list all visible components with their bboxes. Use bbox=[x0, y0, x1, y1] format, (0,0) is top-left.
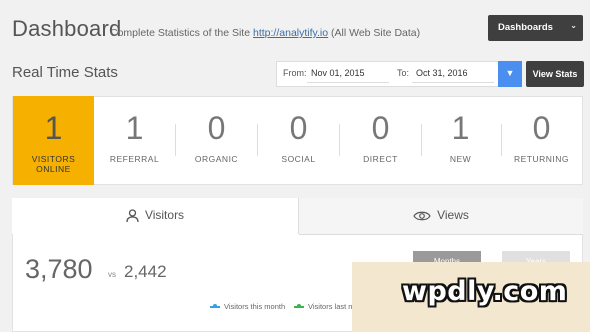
visitors-previous-count: 2,442 bbox=[124, 262, 167, 281]
legend-visitors-last-month: Visitors last m bbox=[294, 302, 355, 311]
dashboards-dropdown-button[interactable]: Dashboards ⌄ bbox=[488, 15, 583, 41]
stat-value: 0 bbox=[207, 110, 226, 146]
to-date-input[interactable]: Oct 31, 2016 bbox=[412, 63, 494, 83]
tab-views-label: Views bbox=[437, 208, 469, 222]
chevron-down-icon: ▼ bbox=[505, 68, 515, 78]
stat-value: 0 bbox=[532, 110, 551, 146]
stat-label: VISITORS ONLINE bbox=[31, 154, 76, 174]
to-label: To: bbox=[397, 68, 410, 78]
stat-value: 1 bbox=[125, 110, 144, 146]
from-date-input[interactable]: Nov 01, 2015 bbox=[307, 63, 389, 83]
realtime-title: Real Time Stats bbox=[12, 64, 118, 81]
user-icon bbox=[126, 209, 139, 222]
subtitle-prefix: Complete Statistics of the Site bbox=[110, 27, 251, 39]
stat-direct: 0 DIRECT bbox=[340, 96, 421, 185]
from-label: From: bbox=[283, 68, 307, 78]
vs-label: vs bbox=[108, 270, 116, 279]
tab-views[interactable]: Views bbox=[299, 198, 583, 235]
legend-label: Visitors this month bbox=[224, 302, 286, 311]
eye-icon bbox=[413, 211, 431, 221]
stat-label: RETURNING bbox=[513, 154, 570, 164]
stat-new: 1 NEW bbox=[420, 96, 501, 185]
stat-referral: 1 REFERRAL bbox=[94, 96, 175, 185]
stat-organic: 0 ORGANIC bbox=[176, 96, 257, 185]
stat-returning: 0 RETURNING bbox=[501, 96, 582, 185]
site-link[interactable]: http://analytify.io bbox=[253, 27, 328, 39]
stat-label: SOCIAL bbox=[281, 154, 316, 164]
visitors-current-count: 3,780 bbox=[25, 254, 93, 284]
stat-label: DIRECT bbox=[363, 154, 398, 164]
view-stats-button[interactable]: View Stats bbox=[526, 61, 584, 87]
legend-visitors-this-month: Visitors this month bbox=[210, 302, 285, 311]
dashboards-button-label: Dashboards bbox=[498, 22, 553, 33]
stat-value: 1 bbox=[451, 110, 470, 146]
page-subtitle: Complete Statistics of the Site http://a… bbox=[110, 27, 420, 39]
chevron-down-icon: ⌄ bbox=[570, 21, 577, 30]
legend-marker bbox=[294, 304, 304, 309]
tab-visitors-label: Visitors bbox=[144, 208, 185, 222]
stat-label: NEW bbox=[449, 154, 472, 164]
subtitle-suffix: (All Web Site Data) bbox=[331, 27, 421, 39]
stat-label: ORGANIC bbox=[194, 154, 239, 164]
stat-label: REFERRAL bbox=[109, 154, 160, 164]
stat-value: 1 bbox=[44, 110, 63, 146]
page-title: Dashboard bbox=[12, 16, 122, 41]
date-dropdown-button[interactable]: ▼ bbox=[498, 61, 522, 87]
legend-marker bbox=[210, 304, 220, 309]
stat-value: 0 bbox=[371, 110, 390, 146]
stat-social: 0 SOCIAL bbox=[258, 96, 339, 185]
watermark-logo: wpdly.com bbox=[402, 276, 568, 307]
stat-value: 0 bbox=[289, 110, 308, 146]
tab-visitors[interactable]: Visitors bbox=[12, 198, 299, 234]
stat-visitors-online: 1 VISITORS ONLINE bbox=[13, 96, 94, 185]
legend-label: Visitors last m bbox=[308, 302, 355, 311]
